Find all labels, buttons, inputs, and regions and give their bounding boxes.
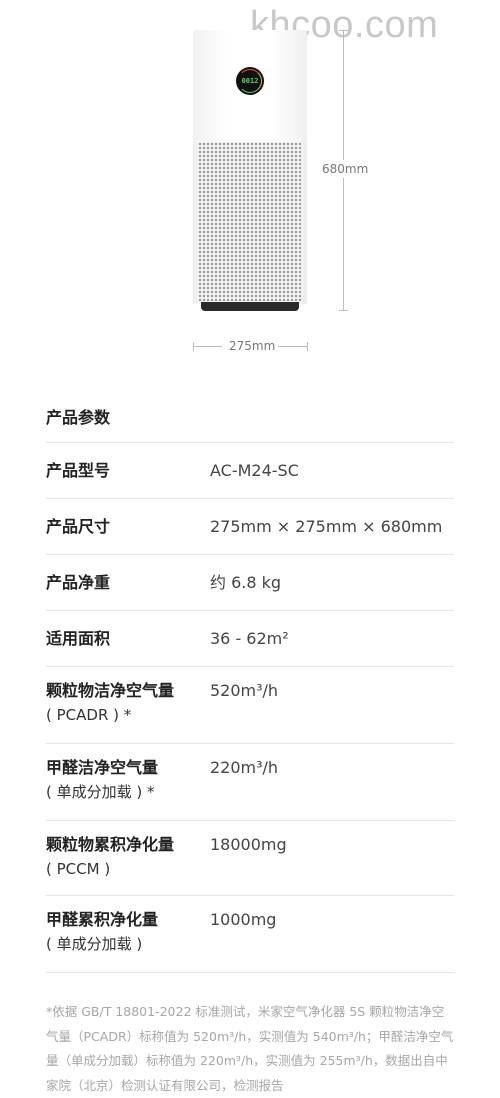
air-purifier-image: 0012 <box>193 30 307 312</box>
spec-row-size: 产品尺寸 275mm × 275mm × 680mm <box>46 499 454 555</box>
spec-row-pccm: 颗粒物累积净化量 ( PCCM ) 18000mg <box>46 821 454 896</box>
spec-table: 产品参数 产品型号 AC-M24-SC 产品尺寸 275mm × 275mm ×… <box>46 400 454 973</box>
spec-value: 约 6.8 kg <box>210 572 282 592</box>
spec-value: 1000mg <box>210 910 277 929</box>
footnote: *依据 GB/T 18801-2022 标准测试，米家空气净化器 5S 颗粒物洁… <box>46 1004 454 1093</box>
spec-row-pcadr: 颗粒物洁净空气量 ( PCADR ) * 520m³/h <box>46 667 454 744</box>
spec-value: 18000mg <box>210 835 287 854</box>
spec-value: 520m³/h <box>210 681 279 700</box>
width-dimension-line-right <box>278 346 307 347</box>
spec-label: 产品型号 <box>46 460 111 480</box>
spec-label: 颗粒物累积净化量 <box>46 835 175 854</box>
spec-row-area: 适用面积 36 - 62m² <box>46 611 454 667</box>
display-ring <box>238 69 262 93</box>
purifier-display-screen: 0012 <box>236 67 264 95</box>
height-dimension-label: 680mm <box>322 160 369 178</box>
spec-row-model: 产品型号 AC-M24-SC <box>46 443 454 499</box>
spec-sublabel: ( PCCM ) <box>46 860 111 878</box>
purifier-base <box>201 302 299 311</box>
spec-sublabel: ( 单成分加载 ) <box>46 935 143 953</box>
spec-section-title: 产品参数 <box>46 400 454 443</box>
purifier-upper-body: 0012 <box>193 30 307 142</box>
spec-value: 275mm × 275mm × 680mm <box>210 516 443 536</box>
width-dimension-label: 275mm <box>229 339 276 353</box>
spec-label: 产品尺寸 <box>46 516 111 536</box>
width-dimension-line-left <box>193 346 222 347</box>
spec-value: AC-M24-SC <box>210 460 299 480</box>
spec-sublabel: ( PCADR ) * <box>46 706 132 724</box>
spec-label: 颗粒物洁净空气量 <box>46 681 175 700</box>
spec-value: 36 - 62m² <box>210 628 289 648</box>
width-dimension-cap-right <box>307 342 308 351</box>
spec-row-formaldehyde-cadr: 甲醛洁净空气量 ( 单成分加载 ) * 220m³/h <box>46 744 454 821</box>
spec-row-weight: 产品净重 约 6.8 kg <box>46 555 454 611</box>
spec-label: 适用面积 <box>46 628 111 648</box>
spec-row-formaldehyde-ccm: 甲醛累积净化量 ( 单成分加载 ) 1000mg <box>46 896 454 973</box>
height-dimension-cap-bottom <box>339 310 348 311</box>
spec-value: 220m³/h <box>210 758 279 777</box>
purifier-mesh-grille <box>198 142 302 302</box>
spec-sublabel: ( 单成分加载 ) * <box>46 783 155 801</box>
spec-label: 甲醛洁净空气量 <box>46 758 159 777</box>
spec-label: 产品净重 <box>46 572 111 592</box>
spec-label: 甲醛累积净化量 <box>46 910 159 929</box>
